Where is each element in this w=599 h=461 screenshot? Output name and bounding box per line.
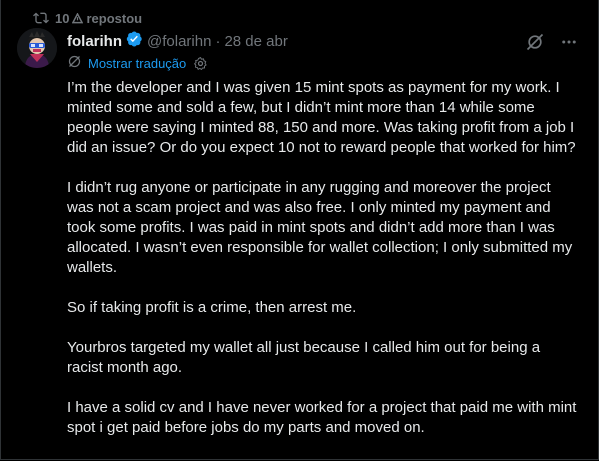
- tweet-paragraph: So if taking profit is a crime, then arr…: [67, 299, 357, 316]
- tweet-date[interactable]: 28 de abr: [224, 33, 287, 50]
- author-name[interactable]: folarihn: [67, 33, 122, 50]
- more-icon[interactable]: [557, 30, 581, 54]
- tweet-header: folarihn @folarihn · 28 de abr: [67, 31, 288, 51]
- repost-action-label: repostou: [86, 10, 143, 26]
- repost-count: 10: [55, 10, 70, 26]
- repost-context[interactable]: 10 repostou: [33, 9, 142, 27]
- tweet-paragraph: I didn’t rug anyone or participate in an…: [67, 179, 573, 276]
- translate-icon: [67, 54, 82, 72]
- repost-label: 10 repostou: [55, 11, 142, 26]
- tweet-text: I’m the developer and I was given 15 min…: [67, 78, 579, 458]
- tweet-paragraph: I have a solid cv and I have never worke…: [67, 399, 577, 436]
- verified-badge-icon[interactable]: [125, 30, 143, 52]
- translate-row: Mostrar tradução: [67, 54, 208, 72]
- show-translation-link[interactable]: Mostrar tradução: [88, 56, 186, 71]
- tweet-paragraph: I’m the developer and I was given 15 min…: [67, 79, 576, 156]
- repost-icon: [33, 10, 49, 26]
- x-logo-icon: [72, 12, 84, 24]
- avatar[interactable]: [17, 28, 57, 68]
- grok-icon[interactable]: [523, 30, 547, 54]
- tweet-paragraph: Yourbros targeted my wallet all just bec…: [67, 339, 541, 376]
- gear-icon[interactable]: [192, 55, 208, 71]
- author-handle[interactable]: @folarihn: [147, 33, 211, 50]
- tweet-actions: [523, 30, 581, 54]
- separator-dot: ·: [215, 32, 221, 50]
